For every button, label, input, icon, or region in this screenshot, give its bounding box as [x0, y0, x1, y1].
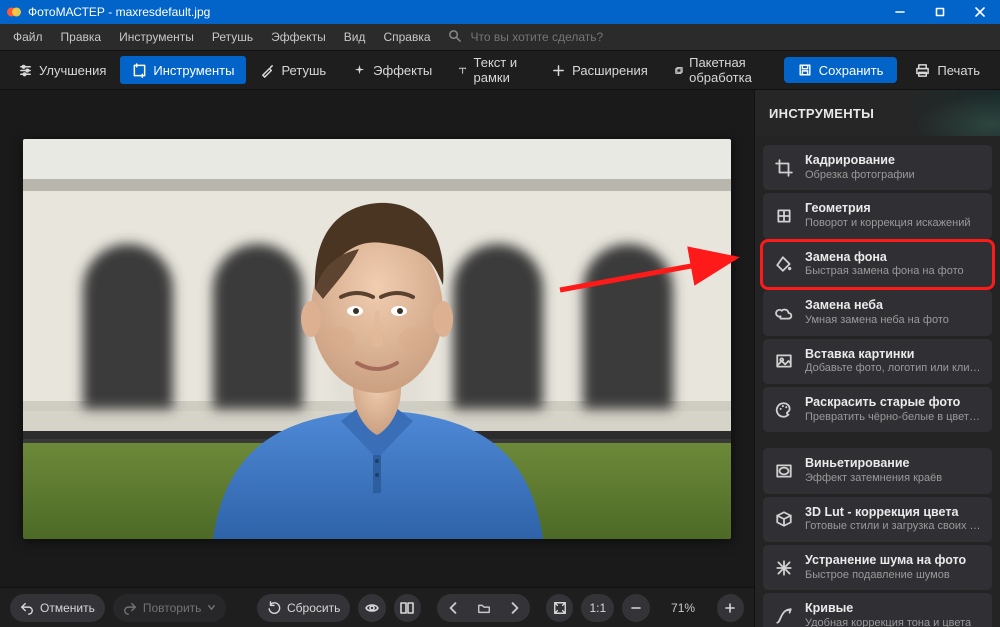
tool-desc: Умная замена неба на фото	[805, 314, 949, 328]
photo-preview	[23, 139, 731, 539]
search-input[interactable]	[465, 28, 685, 46]
menu-retouch[interactable]: Ретушь	[205, 27, 260, 47]
tool-title: Виньетирование	[805, 456, 942, 472]
tab-text-frames-label: Текст и рамки	[474, 55, 526, 85]
tool-item-denoise[interactable]: Устранение шума на фотоБыстрое подавлени…	[763, 545, 992, 590]
compare-button[interactable]	[394, 594, 421, 622]
image-icon	[773, 350, 795, 372]
geometry-icon	[773, 205, 795, 227]
window-minimize-button[interactable]	[880, 0, 920, 24]
side-panel-scroll[interactable]: КадрированиеОбрезка фотографии Геометрия…	[755, 136, 1000, 627]
tool-item-replace-bg[interactable]: Замена фонаБыстрая замена фона на фото	[763, 242, 992, 287]
tab-batch[interactable]: Пакетная обработка	[662, 56, 778, 84]
open-folder-button[interactable]	[468, 594, 499, 622]
side-panel-header: ИНСТРУМЕНТЫ	[755, 90, 1000, 136]
tab-tools[interactable]: Инструменты	[120, 56, 246, 84]
tool-title: Геометрия	[805, 201, 970, 217]
reset-label: Сбросить	[287, 601, 340, 615]
tool-item-replace-sky[interactable]: Замена небаУмная замена неба на фото	[763, 290, 992, 335]
redo-label: Повторить	[143, 601, 202, 615]
vignette-icon	[773, 460, 795, 482]
tool-item-curves[interactable]: КривыеУдобная коррекция тона и цвета	[763, 593, 992, 627]
tool-desc: Обрезка фотографии	[805, 169, 915, 183]
side-panel: ИНСТРУМЕНТЫ КадрированиеОбрезка фотограф…	[754, 90, 1000, 627]
print-button[interactable]: Печать	[903, 57, 992, 83]
save-button[interactable]: Сохранить	[784, 57, 898, 83]
window-maximize-button[interactable]	[920, 0, 960, 24]
tool-title: Замена фона	[805, 250, 964, 266]
tool-title: Кривые	[805, 601, 971, 617]
tool-desc: Поворот и коррекция искажений	[805, 217, 970, 231]
undo-button[interactable]: Отменить	[10, 594, 105, 622]
tool-item-colorize[interactable]: Раскрасить старые фотоПревратить чёрно-б…	[763, 387, 992, 432]
titlebar: ФотоМАСТЕР - maxresdefault.jpg	[0, 0, 1000, 24]
tool-item-crop[interactable]: КадрированиеОбрезка фотографии	[763, 145, 992, 190]
menu-help[interactable]: Справка	[376, 27, 437, 47]
prev-file-button[interactable]	[437, 594, 468, 622]
noise-icon	[773, 557, 795, 579]
file-nav-group	[437, 594, 530, 622]
print-button-label: Печать	[937, 63, 980, 78]
tab-retouch-label: Ретушь	[281, 63, 326, 78]
undo-label: Отменить	[40, 601, 95, 615]
zoom-value: 71%	[658, 601, 709, 615]
canvas-area[interactable]	[0, 90, 754, 587]
tab-effects-label: Эффекты	[373, 63, 432, 78]
tool-item-vignette[interactable]: ВиньетированиеЭффект затемнения краёв	[763, 448, 992, 493]
bucket-icon	[773, 253, 795, 275]
tool-desc: Готовые стили и загрузка своих пресетов	[805, 520, 982, 534]
tooltabs: Улучшения Инструменты Ретушь Эффекты Тек…	[0, 50, 1000, 90]
tool-title: Кадрирование	[805, 153, 915, 169]
zoom-ratio-label: 1:1	[589, 601, 606, 615]
save-button-label: Сохранить	[819, 63, 884, 78]
palette-icon	[773, 399, 795, 421]
menu-tools[interactable]: Инструменты	[112, 27, 201, 47]
menu-file[interactable]: Файл	[6, 27, 50, 47]
zoom-actual-button[interactable]: 1:1	[581, 594, 614, 622]
cloud-icon	[773, 302, 795, 324]
tool-desc: Добавьте фото, логотип или клипарт	[805, 362, 982, 376]
crop-icon	[773, 157, 795, 179]
tab-extensions[interactable]: Расширения	[539, 56, 660, 84]
zoom-in-button[interactable]	[717, 594, 744, 622]
tab-text-frames[interactable]: Текст и рамки	[446, 56, 537, 84]
menubar: Файл Правка Инструменты Ретушь Эффекты В…	[0, 24, 1000, 50]
tab-tools-label: Инструменты	[153, 63, 234, 78]
tool-title: Раскрасить старые фото	[805, 395, 982, 411]
window-title: ФотоМАСТЕР - maxresdefault.jpg	[28, 5, 880, 19]
menu-view[interactable]: Вид	[337, 27, 373, 47]
search-icon	[448, 29, 461, 45]
tool-item-insert-image[interactable]: Вставка картинкиДобавьте фото, логотип и…	[763, 339, 992, 384]
tab-retouch[interactable]: Ретушь	[248, 56, 338, 84]
bottom-toolbar: Отменить Повторить Сбросить	[0, 587, 754, 627]
tool-title: 3D Lut - коррекция цвета	[805, 505, 982, 521]
redo-button[interactable]: Повторить	[113, 594, 227, 622]
tab-enhance[interactable]: Улучшения	[6, 56, 118, 84]
window-close-button[interactable]	[960, 0, 1000, 24]
tab-enhance-label: Улучшения	[39, 63, 106, 78]
tool-desc: Быстрая замена фона на фото	[805, 265, 964, 279]
tool-title: Замена неба	[805, 298, 949, 314]
fit-screen-button[interactable]	[546, 594, 573, 622]
zoom-out-button[interactable]	[622, 594, 649, 622]
tab-batch-label: Пакетная обработка	[689, 55, 766, 85]
toggle-preview-button[interactable]	[358, 594, 385, 622]
app-logo-icon	[6, 4, 22, 20]
tool-desc: Быстрое подавление шумов	[805, 569, 966, 583]
next-file-button[interactable]	[499, 594, 530, 622]
tool-item-3dlut[interactable]: 3D Lut - коррекция цветаГотовые стили и …	[763, 497, 992, 542]
menu-effects[interactable]: Эффекты	[264, 27, 333, 47]
cube-icon	[773, 508, 795, 530]
tool-desc: Удобная коррекция тона и цвета	[805, 617, 971, 627]
reset-button[interactable]: Сбросить	[257, 594, 350, 622]
tool-item-geometry[interactable]: ГеометрияПоворот и коррекция искажений	[763, 193, 992, 238]
tab-extensions-label: Расширения	[572, 63, 648, 78]
curves-icon	[773, 605, 795, 627]
tab-effects[interactable]: Эффекты	[340, 56, 444, 84]
menu-edit[interactable]: Правка	[54, 27, 109, 47]
tool-title: Устранение шума на фото	[805, 553, 966, 569]
tool-desc: Эффект затемнения краёв	[805, 472, 942, 486]
tool-title: Вставка картинки	[805, 347, 982, 363]
tool-desc: Превратить чёрно-белые в цветные	[805, 411, 982, 425]
